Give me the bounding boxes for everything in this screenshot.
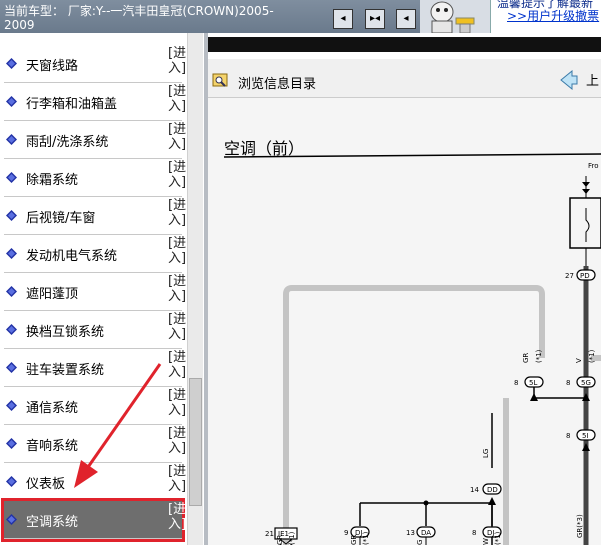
svg-text:GR(*3): GR(*3)	[576, 514, 584, 538]
sidebar-item-label: 天窗线路	[26, 59, 79, 74]
sidebar-item-label: 遮阳蓬顶	[26, 287, 79, 302]
sidebar-item-enter-link[interactable]: [进入]	[168, 464, 186, 494]
svg-text:(*1): (*1)	[494, 531, 502, 545]
sidebar-item-enter-link[interactable]: [进入]	[168, 198, 186, 228]
sidebar-item-enter-link[interactable]: [进入]	[168, 46, 186, 76]
book-icon	[6, 400, 17, 411]
wiring-diagram: 空调（前） Fro 27 PD 8 5L 8 5G 8 5I 14 DD 21 …	[208, 98, 601, 545]
book-icon	[6, 476, 17, 487]
book-icon	[6, 438, 17, 449]
sidebar-item[interactable]: 后视镜/车窗 [进入]	[4, 197, 186, 235]
content-header-bar	[208, 37, 601, 52]
book-icon	[6, 514, 17, 525]
book-icon	[6, 324, 17, 335]
top-bar: 当前车型： 厂家:Y--一汽丰田皇冠(CROWN)2005-2009 ◂ ▸◂ …	[0, 0, 601, 34]
from-label: Fro	[588, 162, 599, 170]
svg-text:GR: GR	[276, 535, 284, 545]
annotation-arrow	[74, 363, 162, 488]
book-icon	[6, 58, 17, 69]
up-level-button[interactable]: 上	[586, 70, 599, 89]
wiring-diagram-graphic: Fro 27 PD 8 5L 8 5G 8 5I 14 DD 21 IE1 9 …	[223, 153, 601, 545]
sidebar-item[interactable]: 行李箱和油箱盖 [进入]	[4, 83, 186, 121]
svg-text:W: W	[482, 538, 490, 545]
sidebar-item[interactable]: 天窗线路 [进入]	[4, 45, 186, 83]
svg-text:21: 21	[265, 530, 274, 538]
sidebar-item-enter-link[interactable]: [进入]	[168, 236, 186, 266]
sidebar-item-enter-link[interactable]: [进入]	[168, 350, 186, 380]
svg-text:13: 13	[406, 529, 415, 537]
sidebar-item-label: 雨刮/洗涤系统	[26, 135, 109, 150]
sidebar-item[interactable]: 遮阳蓬顶 [进入]	[4, 273, 186, 311]
nav-prev-button[interactable]: ◂	[333, 9, 353, 29]
sidebar-item-enter-link[interactable]: [进入]	[168, 84, 186, 114]
book-icon	[6, 362, 17, 373]
browse-toolbar: 浏览信息目录 上	[208, 59, 601, 98]
sidebar-item-enter-link[interactable]: [进入]	[168, 502, 186, 532]
content-pane: 浏览信息目录 上 空调（前） Fro 27 PD 8 5L 8 5G 8 5I …	[208, 33, 601, 545]
svg-text:8: 8	[566, 432, 570, 440]
svg-text:5G: 5G	[581, 379, 591, 387]
sidebar-item-enter-link[interactable]: [进入]	[168, 312, 186, 342]
sidebar-item-enter-link[interactable]: [进入]	[168, 160, 186, 190]
mascot-icon	[420, 0, 490, 34]
svg-text:V: V	[575, 358, 583, 363]
browse-catalog-link[interactable]: 浏览信息目录	[238, 73, 316, 92]
book-icon	[6, 96, 17, 107]
book-icon	[6, 134, 17, 145]
upgrade-notice: 温馨提示了解最新 >>用户升级撤票	[490, 0, 601, 33]
svg-text:GR: GR	[522, 353, 530, 363]
svg-text:GR: GR	[350, 535, 358, 545]
svg-text:8: 8	[472, 529, 476, 537]
book-icon	[6, 210, 17, 221]
svg-text:8: 8	[566, 379, 570, 387]
book-icon	[6, 286, 17, 297]
nav-collapse-button[interactable]: ▸◂	[365, 9, 385, 29]
sidebar-item-enter-link[interactable]: [进入]	[168, 388, 186, 418]
book-icon	[6, 248, 17, 259]
svg-text:(*1): (*1)	[362, 531, 370, 545]
svg-text:DA: DA	[421, 529, 431, 537]
sidebar-item[interactable]: 除霜系统 [进入]	[4, 159, 186, 197]
svg-text:G: G	[416, 540, 424, 545]
svg-text:27: 27	[565, 272, 574, 280]
sidebar-item[interactable]: 空调系统 [进入]	[1, 498, 186, 542]
sidebar-item-label: 空调系统	[26, 515, 79, 530]
browse-catalog-icon[interactable]	[212, 72, 228, 88]
svg-text:DD: DD	[487, 486, 498, 494]
upgrade-link[interactable]: >>用户升级撤票	[507, 7, 599, 24]
svg-text:5I: 5I	[582, 432, 589, 440]
current-vehicle-label: 当前车型： 厂家:Y--一汽丰田皇冠(CROWN)2005-2009	[4, 4, 274, 32]
svg-text:14: 14	[470, 486, 479, 494]
svg-text:(*1): (*1)	[588, 349, 596, 363]
sidebar-item-enter-link[interactable]: [进入]	[168, 426, 186, 456]
sidebar-item-enter-link[interactable]: [进入]	[168, 274, 186, 304]
svg-text:(*1): (*1)	[535, 349, 543, 363]
sidebar-item[interactable]: 雨刮/洗涤系统 [进入]	[4, 121, 186, 159]
svg-text:(*1): (*1)	[288, 531, 296, 545]
svg-text:PD: PD	[580, 272, 590, 280]
sidebar-item-label: 除霜系统	[26, 173, 79, 188]
sidebar-scroll-thumb[interactable]	[189, 378, 202, 506]
sidebar-item[interactable]: 换档互锁系统 [进入]	[4, 311, 186, 349]
svg-text:LG: LG	[482, 449, 490, 458]
svg-text:9: 9	[344, 529, 348, 537]
nav-back-button[interactable]: ◂	[396, 9, 416, 29]
svg-text:5L: 5L	[529, 379, 537, 387]
sidebar-item-label: 行李箱和油箱盖	[26, 97, 118, 112]
book-icon	[6, 172, 17, 183]
sidebar-item-label: 换档互锁系统	[26, 325, 105, 340]
sidebar-item-enter-link[interactable]: [进入]	[168, 122, 186, 152]
sidebar-item[interactable]: 发动机电气系统 [进入]	[4, 235, 186, 273]
up-arrow-icon[interactable]	[560, 70, 578, 90]
sidebar-item-label: 后视镜/车窗	[26, 211, 96, 226]
sidebar-item-label: 发动机电气系统	[26, 249, 118, 264]
svg-text:8: 8	[514, 379, 518, 387]
